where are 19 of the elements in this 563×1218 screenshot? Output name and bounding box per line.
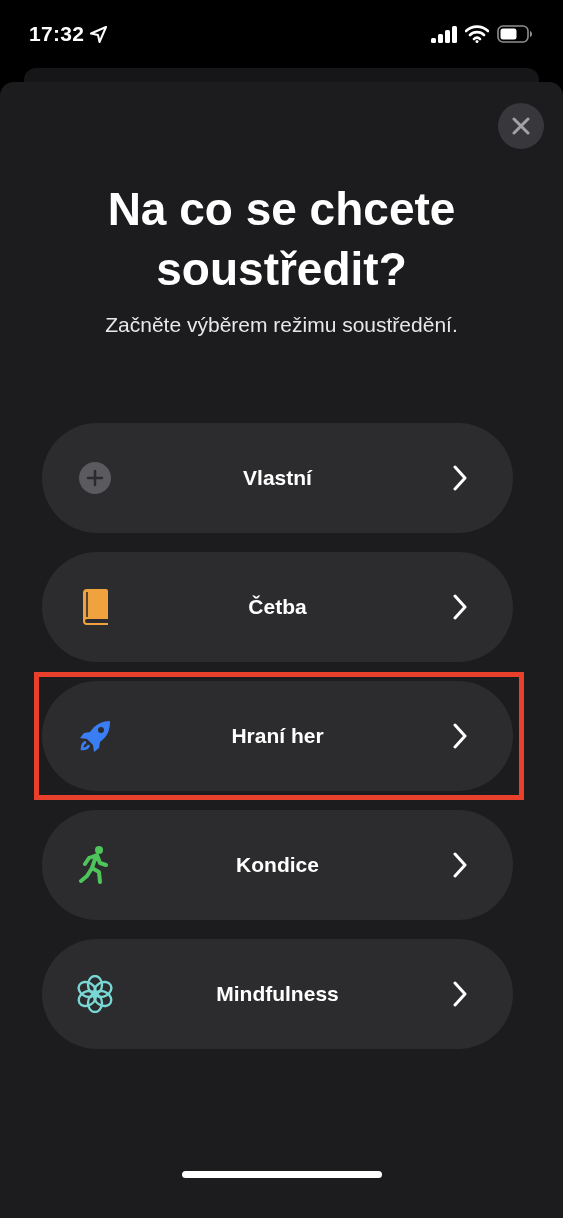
focus-mode-button[interactable]: Četba [42, 552, 513, 662]
signal-icon [431, 25, 457, 43]
close-icon [512, 117, 530, 135]
focus-mode-button[interactable]: Hraní her [42, 681, 513, 791]
page-title: Na co se chcete soustředit? [106, 182, 457, 297]
chevron-right-icon [452, 465, 468, 491]
page-subtitle: Začněte výběrem režimu soustředění. [105, 313, 458, 337]
wifi-icon [465, 25, 489, 43]
chevron-right-icon [452, 981, 468, 1007]
chevron-right-icon [452, 723, 468, 749]
status-time: 17:32 [29, 22, 85, 46]
location-arrow-icon [90, 25, 108, 43]
battery-icon [497, 25, 533, 43]
focus-mode-button[interactable]: Kondice [42, 810, 513, 920]
chevron-right-icon [452, 594, 468, 620]
focus-mode-button[interactable]: Vlastní [42, 423, 513, 533]
chevron-right-icon [452, 852, 468, 878]
close-button[interactable] [498, 103, 544, 149]
focus-mode-button[interactable]: Mindfulness [42, 939, 513, 1049]
